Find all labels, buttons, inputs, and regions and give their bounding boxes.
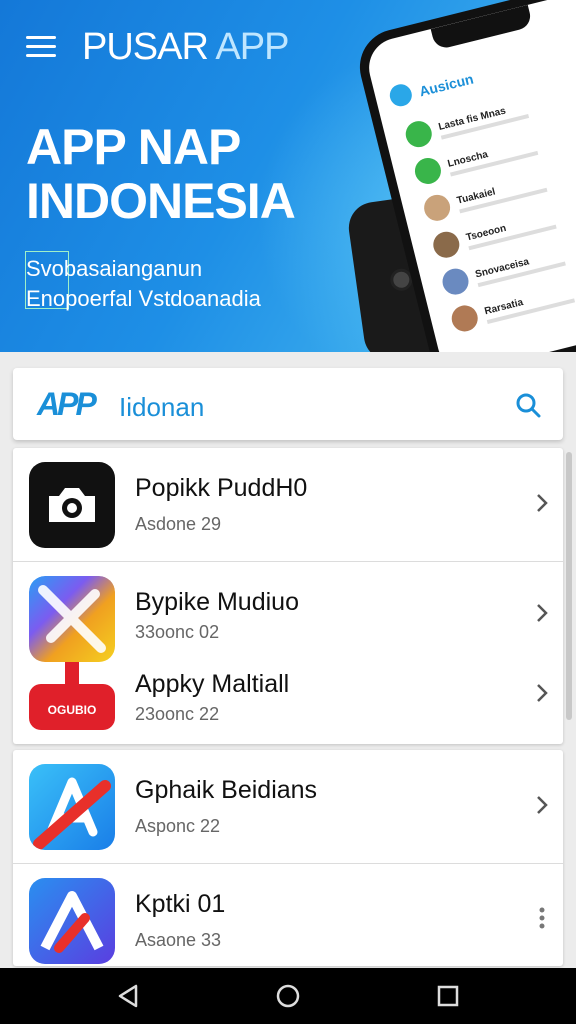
hero-title-line1: APP NAP xyxy=(26,119,241,175)
chevron-right-icon xyxy=(537,796,548,814)
app-meta: Asponc 22 xyxy=(135,816,221,836)
back-icon[interactable] xyxy=(114,982,142,1010)
app-brand: PUSAR APP xyxy=(82,26,289,69)
system-nav-bar xyxy=(0,968,576,1024)
list-item[interactable]: Gphaik Beidians Asponc 22 xyxy=(13,750,563,864)
more-vert-icon[interactable] xyxy=(539,906,545,930)
search-bar[interactable]: APP Iidonan xyxy=(13,368,563,440)
app-meta: 23oonc 22 xyxy=(135,704,220,724)
app-name: Popikk PuddН0 xyxy=(135,474,308,502)
hero-title-line2: INDONESIA xyxy=(26,173,296,229)
hero-title: APP NAP INDONESIA xyxy=(26,120,356,228)
menu-icon[interactable] xyxy=(26,36,56,58)
app-list-group: Gphaik Beidians Asponc 22 Kptki 01 Asaon… xyxy=(13,750,563,966)
search-logo: APP xyxy=(37,386,97,422)
hero-banner: PUSAR APP APP NAP INDONESIA Svobasaianga… xyxy=(0,0,576,352)
list-item-double[interactable]: OGUBIO Bypikе Mudiuo 33oonc 02 Appky Mal… xyxy=(13,562,563,744)
app-meta: Asaone 33 xyxy=(135,930,222,950)
app-icon-badge: OGUBIO xyxy=(48,703,97,717)
app-store-icon xyxy=(29,764,115,850)
gallery-app-icon: OGUBIO xyxy=(29,576,115,738)
app-name: Kptki 01 xyxy=(135,890,226,918)
hero-subtitle-line1: Svobasaianganun xyxy=(26,256,203,281)
hero-subtitle: Svobasaianganun Enopoerfal Vstdoanadia xyxy=(26,254,261,314)
search-icon[interactable] xyxy=(515,392,541,418)
brand-main: PUSAR xyxy=(82,26,209,68)
home-icon[interactable] xyxy=(274,982,302,1010)
hero-subtitle-line2: Enopoerfal Vstdoanadia xyxy=(26,286,261,311)
recents-icon[interactable] xyxy=(434,982,462,1010)
search-label: Iidonan xyxy=(119,392,205,422)
chevron-right-icon xyxy=(537,604,548,622)
list-item[interactable]: Kptki 01 Asaone 33 xyxy=(13,864,563,966)
app-meta: Asdone 29 xyxy=(135,514,222,534)
app-list-group: Popikk PuddН0 Asdone 29 OGUBIO Bypikе Mu… xyxy=(13,448,563,744)
chevron-right-icon xyxy=(537,494,548,512)
phone-screen-title: Ausicun xyxy=(417,70,476,100)
phone-app-icon xyxy=(387,81,415,109)
app-meta: 33oonc 02 xyxy=(135,622,220,642)
camera-app-icon xyxy=(29,462,115,548)
list-item[interactable]: Popikk PuddН0 Asdone 29 xyxy=(13,448,563,562)
app-name: Appky Maltiall xyxy=(135,670,290,698)
scrollbar[interactable] xyxy=(566,452,572,720)
app-name: Bypikе Mudiuo xyxy=(135,588,299,616)
phone-notch xyxy=(430,4,534,51)
app-name: Gphaik Beidians xyxy=(135,776,318,804)
brand-accent: APP xyxy=(207,26,289,68)
chevron-right-icon xyxy=(537,684,548,702)
store-app-icon xyxy=(29,878,115,964)
